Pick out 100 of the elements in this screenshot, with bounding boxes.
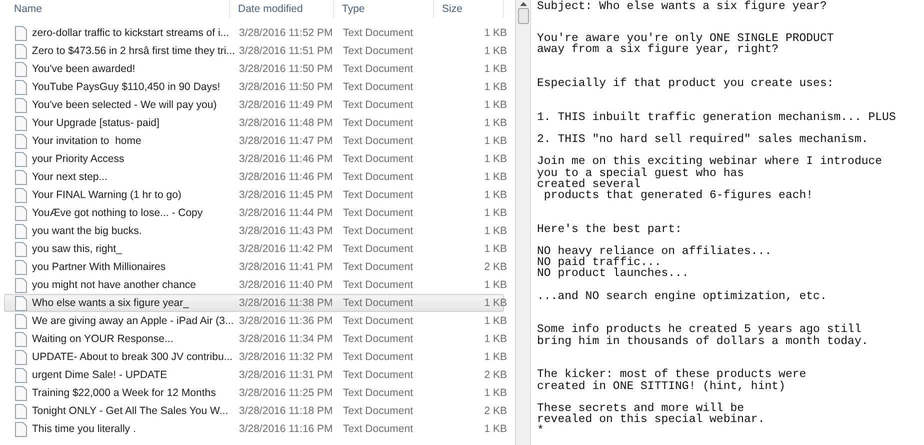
- size-cell-text: 1 KB: [483, 27, 507, 39]
- column-header[interactable]: Name: [0, 0, 230, 18]
- column-header[interactable]: Size: [434, 0, 504, 18]
- type-cell-text: Text Document: [342, 189, 414, 201]
- size-cell-text: 1 KB: [483, 81, 507, 93]
- text-file-icon: [15, 44, 27, 58]
- date-cell-text: 3/28/2016 11:40 PM: [238, 279, 334, 291]
- type-cell-text: Text Document: [342, 405, 414, 417]
- type-cell-text: Text Document: [342, 297, 414, 309]
- type-cell-text: Text Document: [342, 387, 414, 399]
- column-header[interactable]: Date modified: [230, 0, 334, 18]
- date-cell-text: 3/28/2016 11:16 PM: [238, 423, 334, 435]
- column-header[interactable]: Type: [334, 0, 434, 18]
- type-cell-text: Text Document: [342, 423, 414, 435]
- text-file-icon: [15, 278, 27, 292]
- file-row-highlight[interactable]: Who else wants a six figure year_ 3/28/2016 11:38 PM Text Document 1 KB: [4, 294, 504, 312]
- date-cell-text: 3/28/2016 11:34 PM: [238, 333, 334, 345]
- file-name[interactable]: You've been awarded!: [32, 63, 136, 75]
- file-name[interactable]: YouÆve got nothing to lose... - Copy: [32, 207, 203, 219]
- date-cell-text: 3/28/2016 11:31 PM: [238, 369, 334, 381]
- date-cell-text: 3/28/2016 11:52 PM: [238, 27, 334, 39]
- text-file-icon: [15, 350, 27, 364]
- file-name[interactable]: This time you literally .: [32, 423, 136, 435]
- email-subject: Subject: Who else wants a six figure year?: [537, 1, 828, 12]
- file-name[interactable]: Your Upgrade [status- paid]: [32, 117, 160, 129]
- text-file-icon: [15, 26, 27, 40]
- size-cell-text: 1 KB: [483, 279, 507, 291]
- type-cell-text: Text Document: [342, 81, 414, 93]
- text-file-icon: [15, 188, 27, 202]
- size-cell-text: 1 KB: [483, 171, 507, 183]
- size-cell-text: 1 KB: [483, 189, 507, 201]
- text-file-icon: [15, 206, 27, 220]
- size-cell-text: 2 KB: [483, 369, 507, 381]
- size-cell-text: 1 KB: [483, 297, 507, 309]
- type-cell-text: Text Document: [342, 135, 414, 147]
- file-name[interactable]: Your FINAL Warning (1 hr to go): [32, 189, 182, 201]
- size-cell-text: 1 KB: [483, 243, 507, 255]
- text-file-icon: [15, 170, 27, 184]
- text-file-icon: [15, 134, 27, 148]
- size-cell-text: 2 KB: [483, 405, 507, 417]
- date-cell-text: 3/28/2016 11:51 PM: [238, 45, 334, 57]
- size-cell-text: 1 KB: [483, 225, 507, 237]
- text-file-icon: [15, 314, 27, 328]
- scrollbar[interactable]: [516, 0, 531, 445]
- date-cell-text: 3/28/2016 11:44 PM: [238, 207, 334, 219]
- type-cell-text: Text Document: [342, 243, 414, 255]
- file-name[interactable]: zero-dollar traffic to kickstart streams of i...: [32, 27, 230, 39]
- type-cell-text: Text Document: [342, 27, 414, 39]
- size-cell-text: 1 KB: [483, 153, 507, 165]
- text-file-icon: [15, 224, 27, 238]
- file-name[interactable]: Waiting on YOUR Response...: [32, 333, 174, 345]
- file-name[interactable]: YouTube PaysGuy $110,450 in 90 Days!: [32, 81, 220, 93]
- email-text: You're aware you're only ONE SINGLE PRODUCT away from a six figure year, right? Especially if that product you create uses: 1. THIS inbuilt traffic generation mechanism... PLUS 2. THIS "no hard sell required" sales mechanism. Join me on this exciting webinar where I introduce you to a special guest who has created several products that generated 6-figures each! Here's the best part: NO heavy reliance on affiliates... NO paid traffic... NO product launches... ...and NO search engine optimization, etc. Some info products he created 5 years ago still bring him in thousands of dollars a month today. The kicker: most of these products were created in ONE SITTING! (hint, hint) These secrets and more will be revealed on this special webinar. *: [537, 33, 896, 437]
- size-cell-text: 1 KB: [483, 135, 507, 147]
- type-cell-text: Text Document: [342, 225, 414, 237]
- size-cell-text: 1 KB: [483, 315, 507, 327]
- text-file-icon: [15, 62, 27, 76]
- text-file-icon: [15, 332, 27, 346]
- date-cell-text: 3/28/2016 11:50 PM: [238, 63, 334, 75]
- date-cell-text: 3/28/2016 11:46 PM: [238, 153, 334, 165]
- file-name[interactable]: you want the big bucks.: [32, 225, 142, 237]
- type-cell-text: Text Document: [342, 171, 414, 183]
- type-cell-text: Text Document: [342, 117, 414, 129]
- type-cell-text: Text Document: [342, 351, 414, 363]
- date-cell-text: 3/28/2016 11:38 PM: [238, 297, 334, 309]
- date-cell-text: 3/28/2016 11:18 PM: [238, 405, 334, 417]
- date-cell-text: 3/28/2016 11:25 PM: [238, 387, 334, 399]
- size-cell-text: 1 KB: [483, 63, 507, 75]
- file-name[interactable]: Your invitation to home: [32, 135, 142, 147]
- date-cell-text: 3/28/2016 11:49 PM: [238, 99, 334, 111]
- text-file-icon: [15, 296, 27, 310]
- size-cell-text: 1 KB: [483, 423, 507, 435]
- file-name[interactable]: Tonight ONLY - Get All The Sales You W...: [32, 405, 228, 417]
- type-cell-text: Text Document: [342, 315, 414, 327]
- type-cell-text: Text Document: [342, 153, 414, 165]
- type-cell-text: Text Document: [342, 207, 414, 219]
- file-name[interactable]: you might not have another chance: [32, 279, 196, 291]
- file-name[interactable]: your Priority Access: [32, 153, 124, 165]
- file-name[interactable]: Zero to $473.56 in 2 hrsâ first time they tri...: [32, 45, 235, 57]
- type-cell-text: Text Document: [342, 99, 414, 111]
- text-file-icon: [15, 116, 27, 130]
- file-name[interactable]: Training $22,000 a Week for 12 Months: [32, 387, 216, 399]
- file-name[interactable]: We are giving away an Apple - iPad Air (3...: [32, 315, 234, 327]
- file-name[interactable]: Who else wants a six figure year_: [32, 297, 189, 309]
- scroll-thumb[interactable]: [518, 8, 528, 24]
- type-cell-text: Text Document: [342, 261, 414, 273]
- file-name[interactable]: urgent Dime Sale! - UPDATE: [32, 369, 168, 381]
- text-file-icon: [15, 404, 27, 418]
- file-name[interactable]: Your next step...: [32, 171, 108, 183]
- file-name[interactable]: you saw this, right_: [32, 243, 122, 255]
- file-name[interactable]: You've been selected - We will pay you): [32, 99, 217, 111]
- type-cell-text: Text Document: [342, 279, 414, 291]
- file-name[interactable]: you Partner With Millionaires: [32, 261, 166, 273]
- text-file-icon: [15, 368, 27, 382]
- scroll-up-arrow-icon[interactable]: [520, 2, 526, 6]
- file-name[interactable]: UPDATE- About to break 300 JV contribu...: [32, 351, 233, 363]
- size-cell-text: 1 KB: [483, 99, 507, 111]
- size-cell-text: 1 KB: [483, 117, 507, 129]
- size-cell-text: 1 KB: [483, 333, 507, 345]
- date-cell-text: 3/28/2016 11:48 PM: [238, 117, 334, 129]
